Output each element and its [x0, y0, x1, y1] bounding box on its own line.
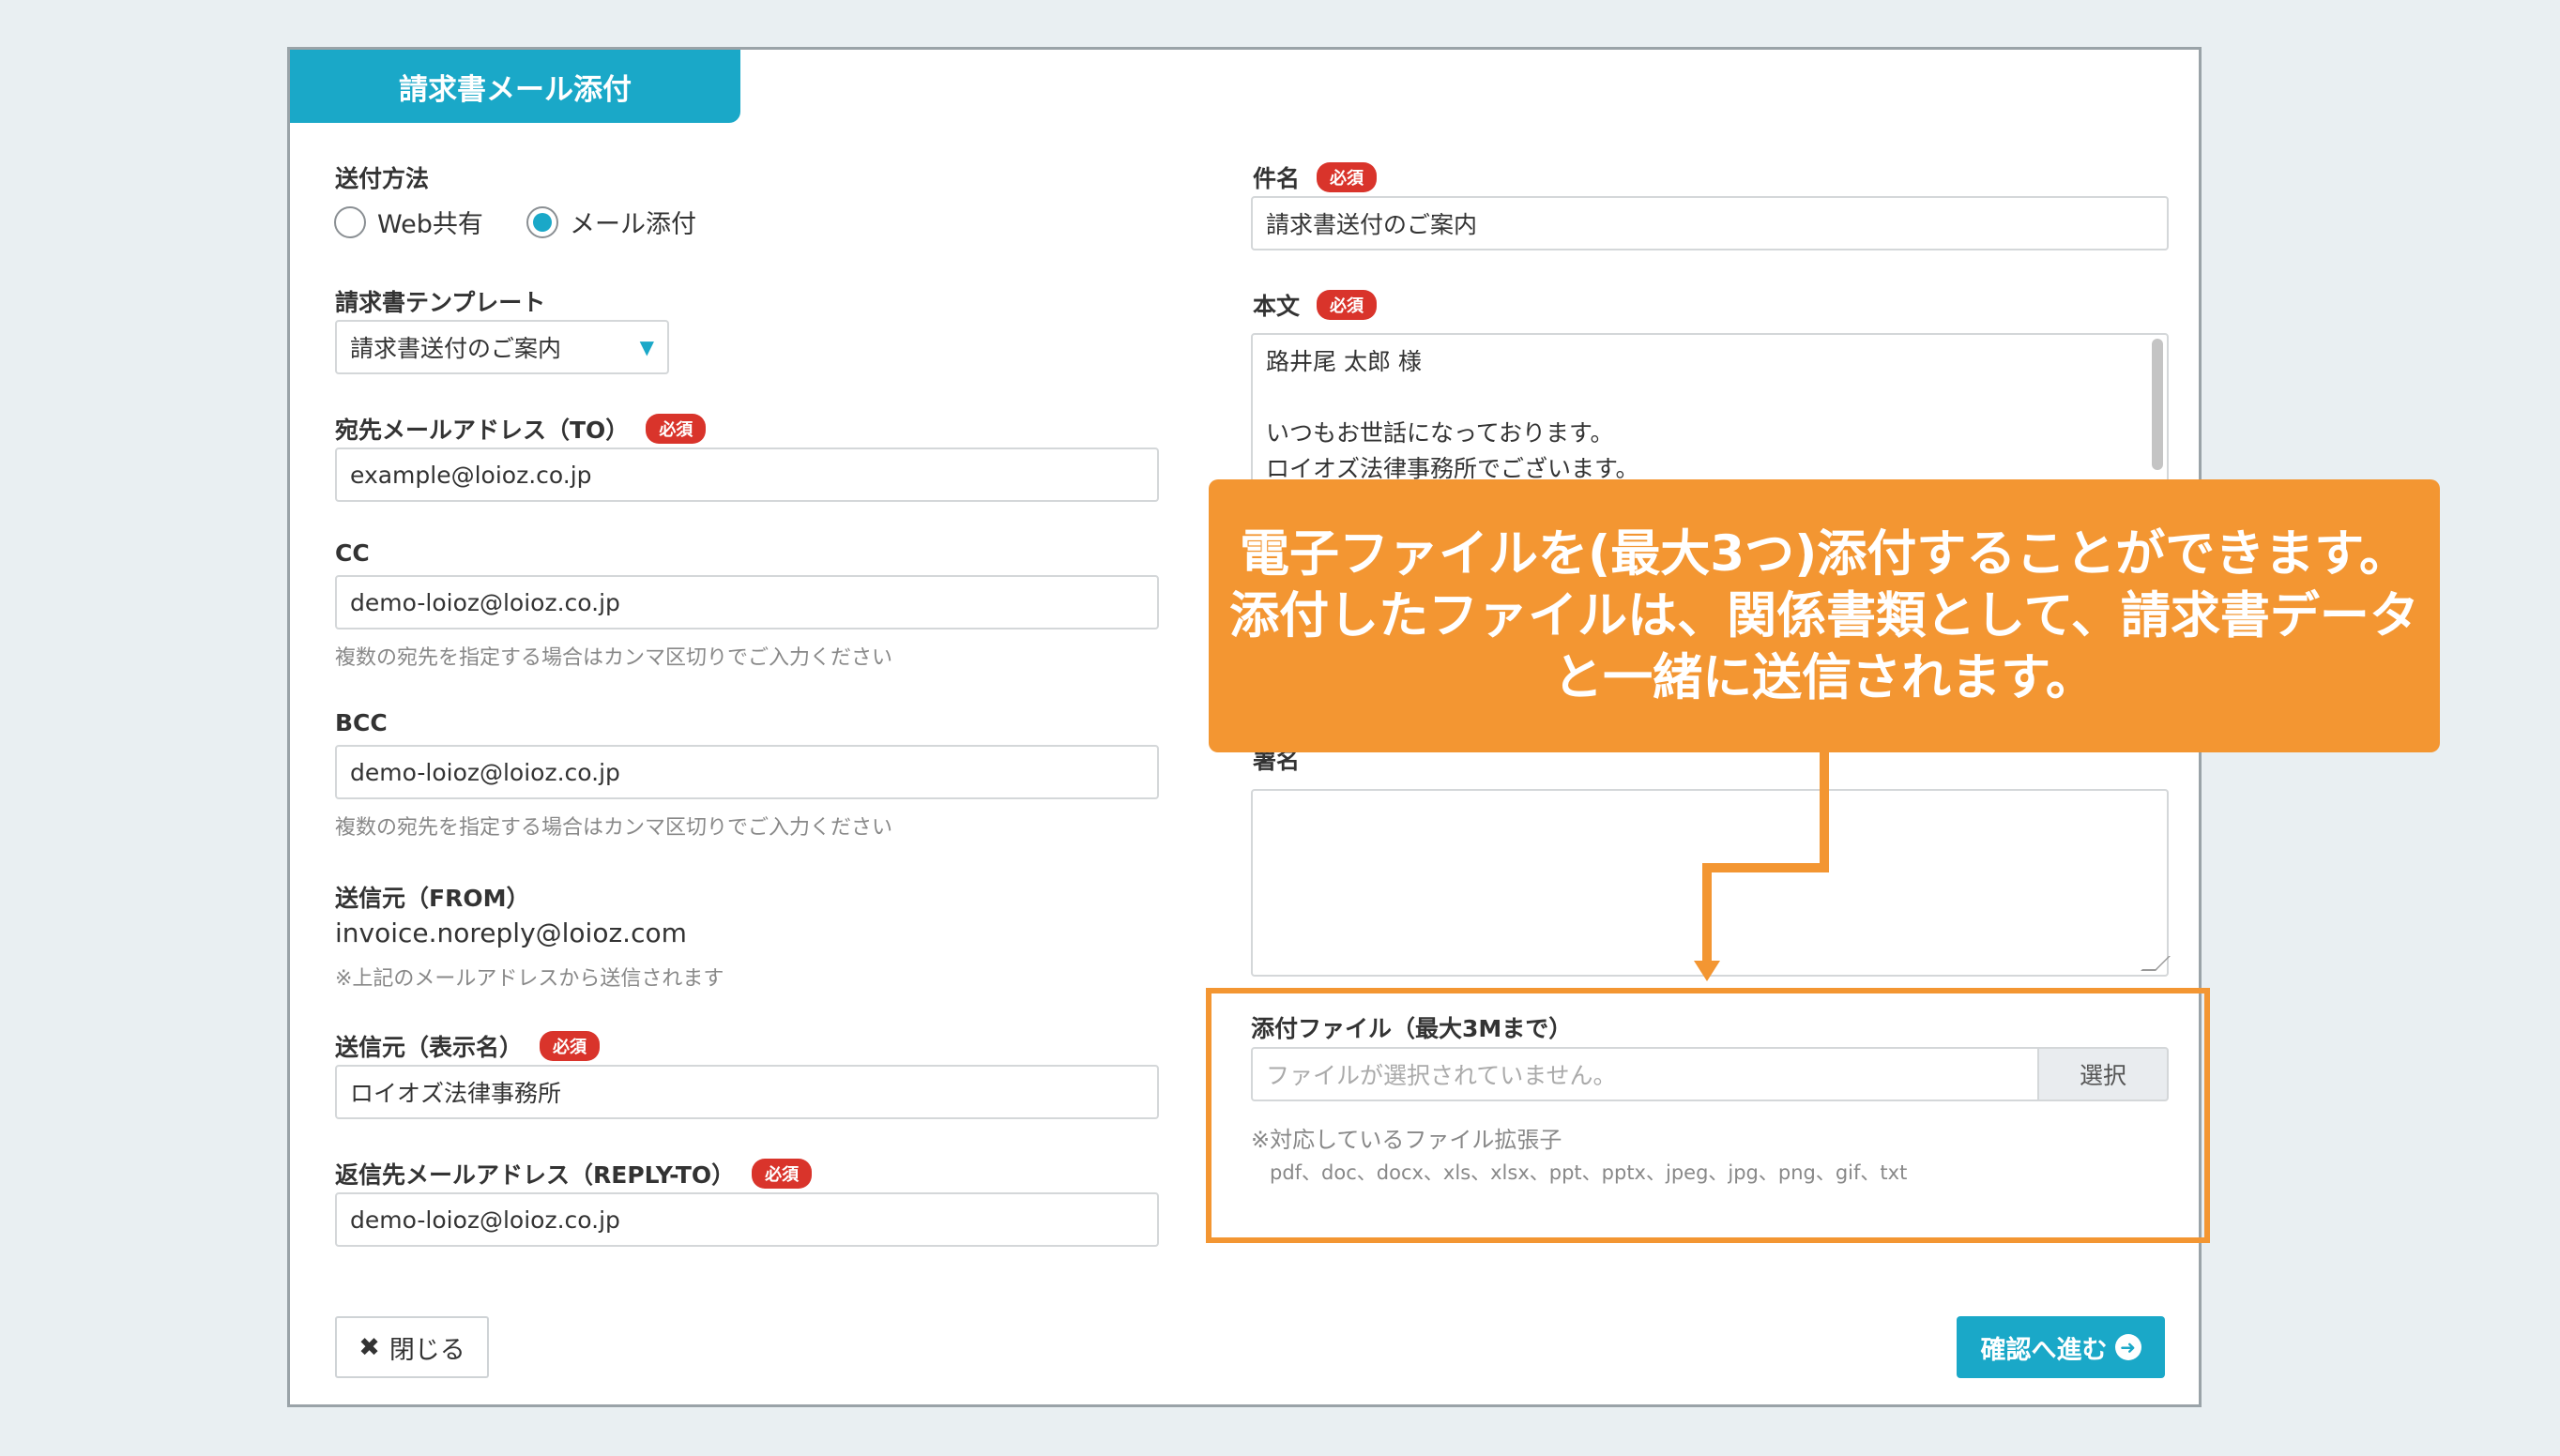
template-select[interactable]: 請求書送付のご案内 ▼ — [335, 320, 669, 374]
callout-connector — [1702, 863, 1712, 963]
callout-line: 添付したファイルは、関係書類として、請求書データ — [1229, 586, 2419, 645]
callout-line: 電子ファイルを(最大3つ)添付することができます。 — [1239, 524, 2409, 583]
radio-mail-attach[interactable]: メール添付 — [526, 204, 696, 240]
caret-down-icon: ▼ — [639, 336, 654, 358]
bcc-hint: 複数の宛先を指定する場合はカンマ区切りでご入力ください — [335, 816, 893, 840]
radio-label: メール添付 — [570, 210, 696, 239]
body-textarea[interactable]: 路井尾 太郎 様 いつもお世話になっております。 ロイオズ法律事務所でございます… — [1251, 333, 2169, 504]
reply-to-input[interactable]: demo-loioz@loioz.co.jp — [335, 1192, 1159, 1247]
radio-selected-dot — [533, 212, 552, 232]
to-label-text: 宛先メールアドレス（TO） — [335, 417, 630, 444]
radio-web-share[interactable]: Web共有 — [334, 204, 483, 240]
attachment-highlight-frame — [1206, 988, 2210, 1243]
confirm-button[interactable]: 確認へ進む ➜ — [1957, 1316, 2165, 1378]
close-icon: ✖ — [358, 1332, 380, 1362]
required-badge: 必須 — [540, 1031, 601, 1061]
from-name-input[interactable]: ロイオズ法律事務所 — [335, 1065, 1159, 1119]
radio-label: Web共有 — [377, 210, 483, 239]
arrow-down-icon — [1694, 961, 1720, 981]
from-name-label-text: 送信元（表示名） — [335, 1034, 524, 1061]
cc-label: CC — [335, 539, 370, 567]
cc-email-input[interactable]: demo-loioz@loioz.co.jp — [335, 575, 1159, 629]
reply-to-label-text: 返信先メールアドレス（REPLY-TO） — [335, 1161, 736, 1189]
body-line — [1266, 380, 2154, 416]
body-label-text: 本文 — [1253, 293, 1301, 320]
dialog-title: 請求書メール添付 — [290, 50, 740, 123]
template-label: 請求書テンプレート — [335, 289, 546, 316]
body-line: 路井尾 太郎 様 — [1266, 348, 1422, 375]
callout-connector — [1820, 752, 1829, 872]
body-line: いつもお世話になっております。 — [1266, 419, 1614, 447]
from-value: invoice.noreply@loioz.com — [335, 918, 687, 948]
arrow-circle-right-icon: ➜ — [2114, 1334, 2141, 1360]
send-method-label: 送付方法 — [335, 165, 430, 192]
confirm-button-label: 確認へ進む — [1980, 1335, 2108, 1365]
radio-circle[interactable] — [334, 205, 366, 238]
close-button[interactable]: ✖ 閉じる — [335, 1316, 489, 1378]
radio-circle-selected[interactable] — [526, 205, 558, 238]
close-button-label: 閉じる — [389, 1335, 465, 1365]
from-name-label: 送信元（表示名） 必須 — [335, 1029, 601, 1063]
from-label: 送信元（FROM） — [335, 885, 530, 912]
annotation-callout: 電子ファイルを(最大3つ)添付することができます。 添付したファイルは、関係書類… — [1209, 479, 2440, 752]
subject-label: 件名 必須 — [1253, 160, 1378, 194]
bcc-label: BCC — [335, 709, 388, 736]
reply-to-label: 返信先メールアドレス（REPLY-TO） 必須 — [335, 1157, 813, 1191]
cc-hint: 複数の宛先を指定する場合はカンマ区切りでご入力ください — [335, 646, 893, 670]
bcc-email-input[interactable]: demo-loioz@loioz.co.jp — [335, 745, 1159, 799]
required-badge: 必須 — [646, 414, 707, 444]
subject-label-text: 件名 — [1253, 165, 1301, 192]
body-scrollbar[interactable] — [2152, 339, 2163, 470]
callout-line: と一緒に送信されます。 — [1553, 648, 2095, 706]
body-label: 本文 必須 — [1253, 288, 1378, 322]
required-badge: 必須 — [752, 1159, 813, 1189]
to-label: 宛先メールアドレス（TO） 必須 — [335, 412, 707, 446]
required-badge: 必須 — [1317, 290, 1378, 320]
required-badge: 必須 — [1317, 162, 1378, 192]
callout-connector — [1702, 863, 1829, 872]
subject-input[interactable]: 請求書送付のご案内 — [1251, 196, 2169, 250]
from-hint: ※上記のメールアドレスから送信されます — [335, 967, 724, 991]
to-email-input[interactable]: example@loioz.co.jp — [335, 447, 1159, 502]
template-value: 請求書送付のご案内 — [350, 335, 562, 362]
